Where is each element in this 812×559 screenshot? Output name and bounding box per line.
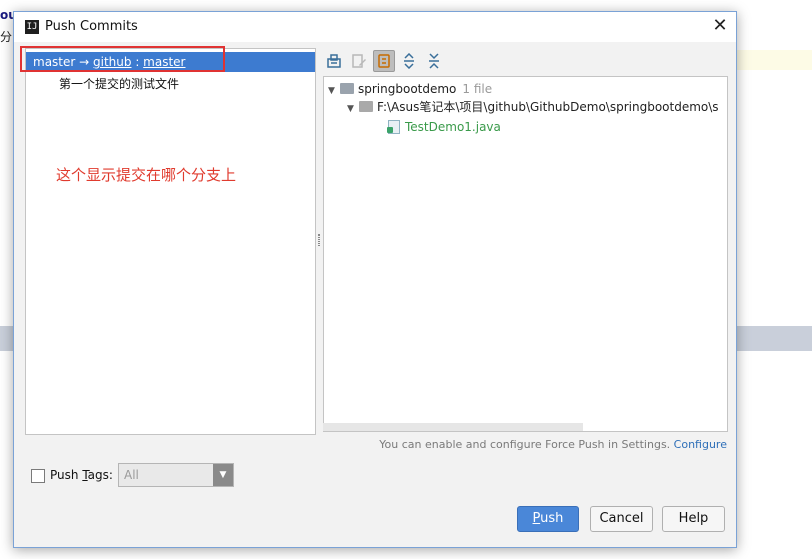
path-row[interactable]: ▼ F:\Asus笔记本\项目\github\GithubDemo\springb… [347, 98, 719, 116]
close-button[interactable]: ✕ [708, 15, 732, 39]
group-by-module-icon[interactable] [323, 50, 345, 72]
module-folder-icon [340, 83, 354, 94]
push-tags-checkbox[interactable] [31, 469, 45, 483]
file-row[interactable]: TestDemo1.java [387, 118, 501, 136]
cancel-button[interactable]: Cancel [590, 506, 653, 532]
help-button[interactable]: Help [662, 506, 725, 532]
file-name: TestDemo1.java [405, 120, 501, 134]
path-label: F:\Asus笔记本\项目\github\GithubDemo\springbo… [377, 100, 719, 114]
dialog-titlebar: IJ Push Commits ✕ [14, 12, 736, 42]
remote-branch-link[interactable]: master [143, 55, 185, 69]
branch-target-row[interactable]: master → github : master [26, 52, 315, 72]
changes-tree: ▼ springbootdemo 1 file ▼ F:\Asus笔记本\项目\git… [323, 76, 728, 432]
commits-panel: master → github : master 第一个提交的测试文件 这个显示… [20, 46, 316, 435]
horizontal-scrollbar[interactable] [323, 423, 583, 431]
java-file-icon [387, 120, 400, 134]
push-tags-dropdown[interactable]: All ▼ [118, 463, 234, 487]
configure-link[interactable]: Configure [674, 438, 727, 451]
push-button[interactable]: Push [517, 506, 579, 532]
push-commits-dialog: IJ Push Commits ✕ master → github : mast… [13, 11, 737, 548]
force-push-hint: You can enable and configure Force Push … [379, 438, 727, 451]
module-name: springbootdemo [358, 82, 457, 96]
push-tags-label-post: ags: [87, 468, 113, 482]
dialog-title: Push Commits [45, 19, 138, 34]
edit-source-icon[interactable] [348, 50, 370, 72]
hint-text: You can enable and configure Force Push … [379, 438, 671, 451]
intellij-app-icon: IJ [25, 20, 39, 34]
branch-separator: : [131, 55, 144, 69]
remote-name-link[interactable]: github [93, 55, 131, 69]
push-tags-label-pre: Push [50, 468, 83, 482]
expand-arrow-icon[interactable]: ▼ [347, 100, 359, 118]
push-tags-selected: All [124, 468, 139, 482]
push-label-rest: ush [540, 511, 564, 526]
collapse-all-icon[interactable] [423, 50, 445, 72]
commit-item[interactable]: 第一个提交的测试文件 [59, 75, 179, 92]
background-highlight-line [736, 50, 812, 70]
folder-icon [359, 101, 373, 112]
splitter-grip [318, 234, 320, 246]
push-arrow: → [75, 55, 94, 69]
expand-arrow-icon[interactable]: ▼ [328, 82, 340, 100]
show-diff-icon[interactable] [373, 50, 395, 72]
module-row[interactable]: ▼ springbootdemo 1 file [328, 80, 492, 98]
module-file-count: 1 file [462, 82, 493, 96]
push-tags-label: Push Tags: [50, 468, 113, 482]
local-branch-label: master [33, 55, 76, 69]
expand-all-icon[interactable] [398, 50, 420, 72]
annotation-note: 这个显示提交在哪个分支上 [56, 166, 237, 184]
chevron-down-icon[interactable]: ▼ [213, 464, 233, 486]
background-editor-text-2: 分 [0, 30, 13, 44]
